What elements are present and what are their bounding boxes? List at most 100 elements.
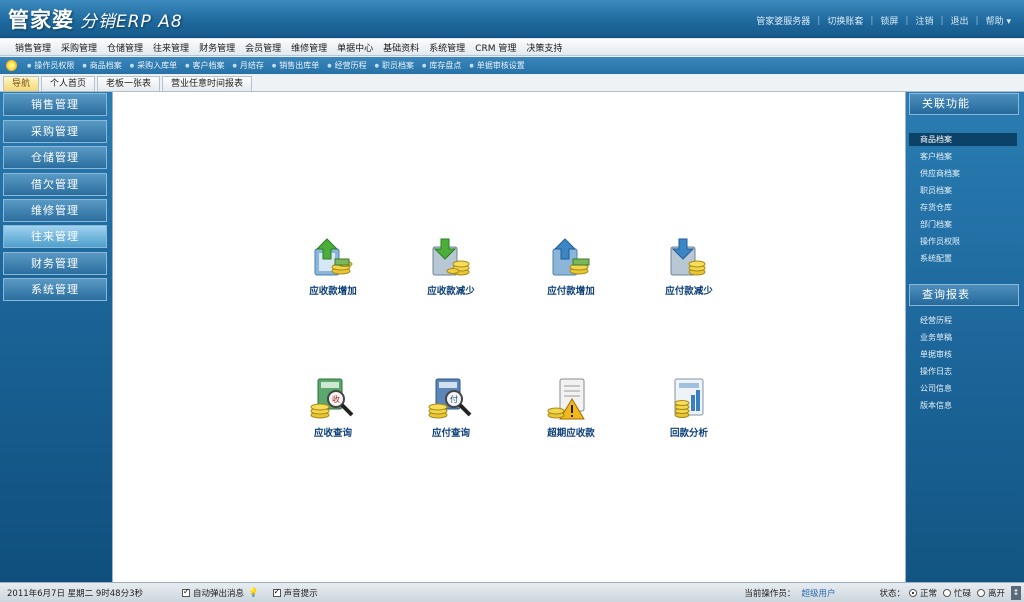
related-supplier-archive[interactable]: 供应商档案 <box>920 168 960 179</box>
overdue-warning-icon <box>547 378 585 420</box>
left-nav-accounts[interactable]: 往来管理 <box>3 225 107 248</box>
menu-system[interactable]: 系统管理 <box>424 41 470 54</box>
quick-sales-out[interactable]: 销售出库单 <box>268 60 323 71</box>
tile-collection-analysis[interactable]: 回款分析 <box>644 377 734 439</box>
left-nav-purchase[interactable]: 采购管理 <box>3 120 107 143</box>
state-busy-label: 忙碌 <box>953 588 971 599</box>
tile-overdue-receivable[interactable]: 超期应收款 <box>526 377 616 439</box>
menu-finance[interactable]: 财务管理 <box>194 41 240 54</box>
report-version-info[interactable]: 版本信息 <box>920 400 952 411</box>
menu-crm[interactable]: CRM 管理 <box>470 41 521 54</box>
left-nav-debt[interactable]: 借欠管理 <box>3 173 107 196</box>
operator-label: 当前操作员： <box>744 588 796 599</box>
state-away-label: 离开 <box>987 588 1005 599</box>
title-bar: 管家婆 分销ERP A8 管家婆服务器 | 切换账套 | 锁屏 | 注销 | 退出 | 帮助… <box>0 0 1024 38</box>
quick-product-archive[interactable]: 商品档案 <box>78 60 125 71</box>
related-product-archive[interactable]: 商品档案 <box>909 133 1017 146</box>
quick-purchase-in[interactable]: 采购入库单 <box>126 60 181 71</box>
status-scroll-icon[interactable]: ↕ <box>1011 585 1021 600</box>
tab-business-report[interactable]: 营业任意时间报表 <box>162 76 253 91</box>
left-nav-sales[interactable]: 销售管理 <box>3 93 107 116</box>
tile-receivable-decrease[interactable]: 应收款减少 <box>406 237 496 297</box>
sun-icon <box>6 60 17 71</box>
top-nav-lock[interactable]: 锁屏 <box>873 14 905 27</box>
left-nav-finance[interactable]: 财务管理 <box>3 252 107 275</box>
auto-popup-checkbox[interactable]: 自动弹出消息 <box>182 587 244 599</box>
tile-overdue-receivable-label: 超期应收款 <box>547 428 595 439</box>
quick-bar: 操作员权限 商品档案 采购入库单 客户档案 月结存 销售出库单 经营历程 职员档… <box>0 57 1024 74</box>
report-company-info[interactable]: 公司信息 <box>920 383 952 394</box>
report-doc-audit[interactable]: 单据审核 <box>920 349 952 360</box>
menu-accounts[interactable]: 往来管理 <box>148 41 194 54</box>
state-label: 状态： <box>879 588 905 599</box>
tile-payable-query[interactable]: 付 应付查询 <box>406 377 496 439</box>
tile-receivable-decrease-label: 应收款减少 <box>427 286 475 297</box>
app-logo: 管家婆 分销ERP A8 <box>8 4 183 34</box>
svg-text:收: 收 <box>332 394 340 404</box>
left-nav-repair[interactable]: 维修管理 <box>3 199 107 222</box>
top-nav-logout[interactable]: 注销 <box>908 14 940 27</box>
receivable-decrease-icon <box>432 238 470 276</box>
tab-boss-sheet[interactable]: 老板一张表 <box>97 76 161 91</box>
status-datetime: 2011年6月7日 星期二 9时48分3秒 <box>7 588 143 599</box>
related-staff-archive[interactable]: 职员档案 <box>920 185 952 196</box>
tile-receivable-increase[interactable]: 应收款增加 <box>288 237 378 297</box>
tile-payable-increase[interactable]: 应付款增加 <box>526 237 616 297</box>
menu-purchase[interactable]: 采购管理 <box>56 41 102 54</box>
radio-selected-icon <box>908 589 917 597</box>
quick-inventory-count[interactable]: 库存盘点 <box>418 60 465 71</box>
status-bar: 2011年6月7日 星期二 9时48分3秒 自动弹出消息 💡 声音提示 当前操作… <box>0 582 1024 602</box>
left-nav-system[interactable]: 系统管理 <box>3 278 107 301</box>
help-label: 帮助 <box>985 17 1004 27</box>
menu-decision[interactable]: 决策支持 <box>521 41 567 54</box>
checkbox-checked-icon <box>182 587 190 597</box>
tab-home[interactable]: 个人首页 <box>41 76 96 91</box>
quick-business-history[interactable]: 经营历程 <box>323 60 370 71</box>
left-nav-warehouse[interactable]: 仓储管理 <box>3 146 107 169</box>
quick-staff-archive[interactable]: 职员档案 <box>371 60 418 71</box>
payable-query-icon: 付 <box>428 378 472 419</box>
state-normal-radio[interactable]: 正常 <box>908 587 937 599</box>
related-customer-archive[interactable]: 客户档案 <box>920 151 952 162</box>
report-business-history[interactable]: 经营历程 <box>920 315 952 326</box>
report-drafts[interactable]: 业务草稿 <box>920 332 952 343</box>
quick-monthly-close[interactable]: 月结存 <box>229 60 268 71</box>
menu-sales[interactable]: 销售管理 <box>10 41 56 54</box>
radio-icon <box>942 589 951 597</box>
sound-checkbox[interactable]: 声音提示 <box>272 587 318 599</box>
related-department-archive[interactable]: 部门档案 <box>920 219 952 230</box>
payable-increase-icon <box>552 238 590 276</box>
top-nav-server[interactable]: 管家婆服务器 <box>749 14 817 27</box>
menu-basic-data[interactable]: 基础资料 <box>378 41 424 54</box>
tile-payable-increase-label: 应付款增加 <box>547 286 595 297</box>
top-nav-exit[interactable]: 退出 <box>944 14 976 27</box>
state-away-radio[interactable]: 离开 <box>976 587 1005 599</box>
menu-warehouse[interactable]: 仓储管理 <box>102 41 148 54</box>
menu-member[interactable]: 会员管理 <box>240 41 286 54</box>
report-operation-log[interactable]: 操作日志 <box>920 366 952 377</box>
top-nav-help[interactable]: 帮助 ▾ <box>979 14 1018 27</box>
tab-nav[interactable]: 导航 <box>3 76 40 91</box>
tile-collection-analysis-label: 回款分析 <box>669 428 708 439</box>
top-nav-switch-account[interactable]: 切换账套 <box>820 14 870 27</box>
main-panel: 应收款增加 应收款减少 应付款增加 应付款减少 收 应收查询 付 应付查询 超期… <box>112 92 906 582</box>
checkbox-checked-icon <box>272 587 281 597</box>
tile-payable-decrease-label: 应付款减少 <box>665 286 713 297</box>
related-system-config[interactable]: 系统配置 <box>920 253 952 264</box>
menu-repair[interactable]: 维修管理 <box>286 41 332 54</box>
quick-customer-archive[interactable]: 客户档案 <box>181 60 228 71</box>
quick-audit-settings[interactable]: 单据审核设置 <box>465 60 528 71</box>
collection-analysis-icon <box>674 378 704 418</box>
tab-strip: 导航 个人首页 老板一张表 营业任意时间报表 <box>0 75 1024 92</box>
related-stock-warehouse[interactable]: 存货仓库 <box>920 202 952 213</box>
tile-receivable-query[interactable]: 收 应收查询 <box>288 377 378 439</box>
related-operator-rights[interactable]: 操作员权限 <box>920 236 960 247</box>
quick-operator-rights[interactable]: 操作员权限 <box>23 60 78 71</box>
menu-documents[interactable]: 单据中心 <box>332 41 378 54</box>
tile-receivable-query-label: 应收查询 <box>313 428 352 439</box>
tile-payable-decrease[interactable]: 应付款减少 <box>644 237 734 297</box>
lightbulb-icon: 💡 <box>248 587 259 598</box>
menu-bar: 销售管理 采购管理 仓储管理 往来管理 财务管理 会员管理 维修管理 单据中心 … <box>0 39 1024 56</box>
state-busy-radio[interactable]: 忙碌 <box>942 587 971 599</box>
logo-subtitle: 分销ERP A8 <box>80 12 183 32</box>
